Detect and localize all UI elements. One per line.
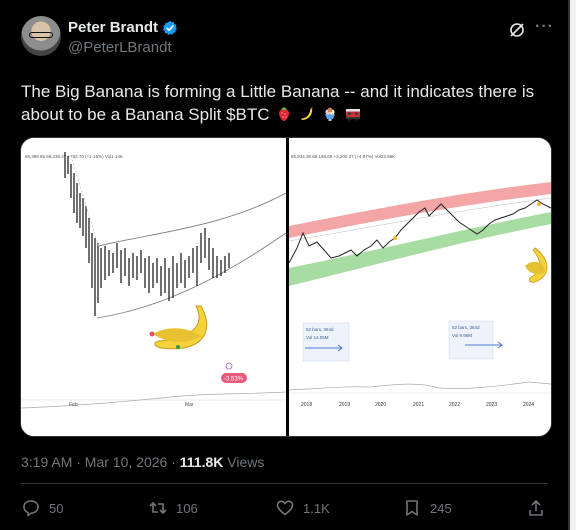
xlabel-2024: 2024 [523, 402, 534, 408]
like-count: 1.1K [303, 500, 330, 516]
author-handle[interactable]: @PeterLBrandt [68, 39, 172, 56]
verified-badge-icon [163, 20, 178, 35]
views-count: 111.8K [179, 454, 224, 470]
share-icon [529, 499, 543, 516]
avatar-glasses [29, 32, 53, 38]
author-name-row: Peter Brandt [68, 19, 178, 36]
repost-count: 106 [176, 500, 198, 516]
right-chart-header: 65,834.38 69,189.69 +3,200.37 (+4.87%) V… [291, 154, 395, 159]
tweet-media[interactable]: 68,399.85 69,239.47 +792.70 (+1.16%) Vol… [20, 137, 552, 437]
left-chart-xlabel-feb: Feb [69, 402, 78, 408]
right-chart-image[interactable]: 65,834.38 69,189.69 +3,200.37 (+4.87%) V… [289, 138, 551, 436]
bookmark-button[interactable]: 245 [402, 498, 452, 518]
xlabel-2022: 2022 [449, 402, 460, 408]
annotation-2-line1: 52 bars, 364d [452, 325, 480, 330]
views-label: Views [223, 454, 265, 470]
annotation-2-line2: Vol 9.96M [452, 333, 472, 338]
grok-icon[interactable] [508, 21, 526, 39]
xlabel-2020: 2020 [375, 402, 386, 408]
meta-divider [21, 483, 548, 484]
left-chart-badge: -3.53% [224, 377, 244, 383]
reply-icon [23, 500, 39, 517]
bookmark-icon [406, 500, 418, 516]
action-bar: 50 106 1.1K 245 [21, 498, 548, 520]
left-chart-xlabel-mar: Mar [185, 402, 194, 408]
strawberry-icon [279, 107, 290, 121]
reply-button[interactable]: 50 [21, 498, 63, 518]
tweet-card: Peter Brandt @PeterLBrandt ··· The Big B… [0, 0, 570, 530]
tweet-text: The Big Banana is forming a Little Banan… [21, 80, 541, 126]
avatar[interactable] [21, 16, 61, 56]
bookmark-count: 245 [430, 500, 452, 516]
repost-icon [149, 501, 167, 515]
banana-icon [301, 106, 313, 120]
timestamp[interactable]: 3:19 AM · Mar 10, 2026 · [21, 454, 180, 470]
repost-button[interactable]: 106 [148, 498, 198, 518]
annotation-1-line1: 52 bars, 364d [306, 327, 334, 332]
more-options-icon[interactable]: ··· [535, 18, 554, 36]
author-name[interactable]: Peter Brandt [68, 19, 158, 36]
heart-icon [276, 500, 294, 516]
left-chart-image[interactable]: 68,399.85 69,239.47 +792.70 (+1.16%) Vol… [21, 138, 286, 436]
xlabel-2018: 2018 [301, 402, 312, 408]
like-button[interactable]: 1.1K [275, 498, 330, 518]
train-car-icon [345, 109, 360, 122]
tweet-meta: 3:19 AM · Mar 10, 2026 · 111.8K Views [21, 454, 264, 470]
xlabel-2021: 2021 [413, 402, 424, 408]
xlabel-2023: 2023 [486, 402, 497, 408]
left-chart-header: 68,399.85 69,239.47 +792.70 (+1.16%) Vol… [25, 154, 123, 159]
share-button[interactable] [526, 498, 546, 518]
ice-cream-icon [324, 107, 335, 121]
reply-count: 50 [49, 500, 64, 516]
xlabel-2019: 2019 [339, 402, 350, 408]
annotation-1-line2: Vol 14.06M [306, 335, 329, 340]
